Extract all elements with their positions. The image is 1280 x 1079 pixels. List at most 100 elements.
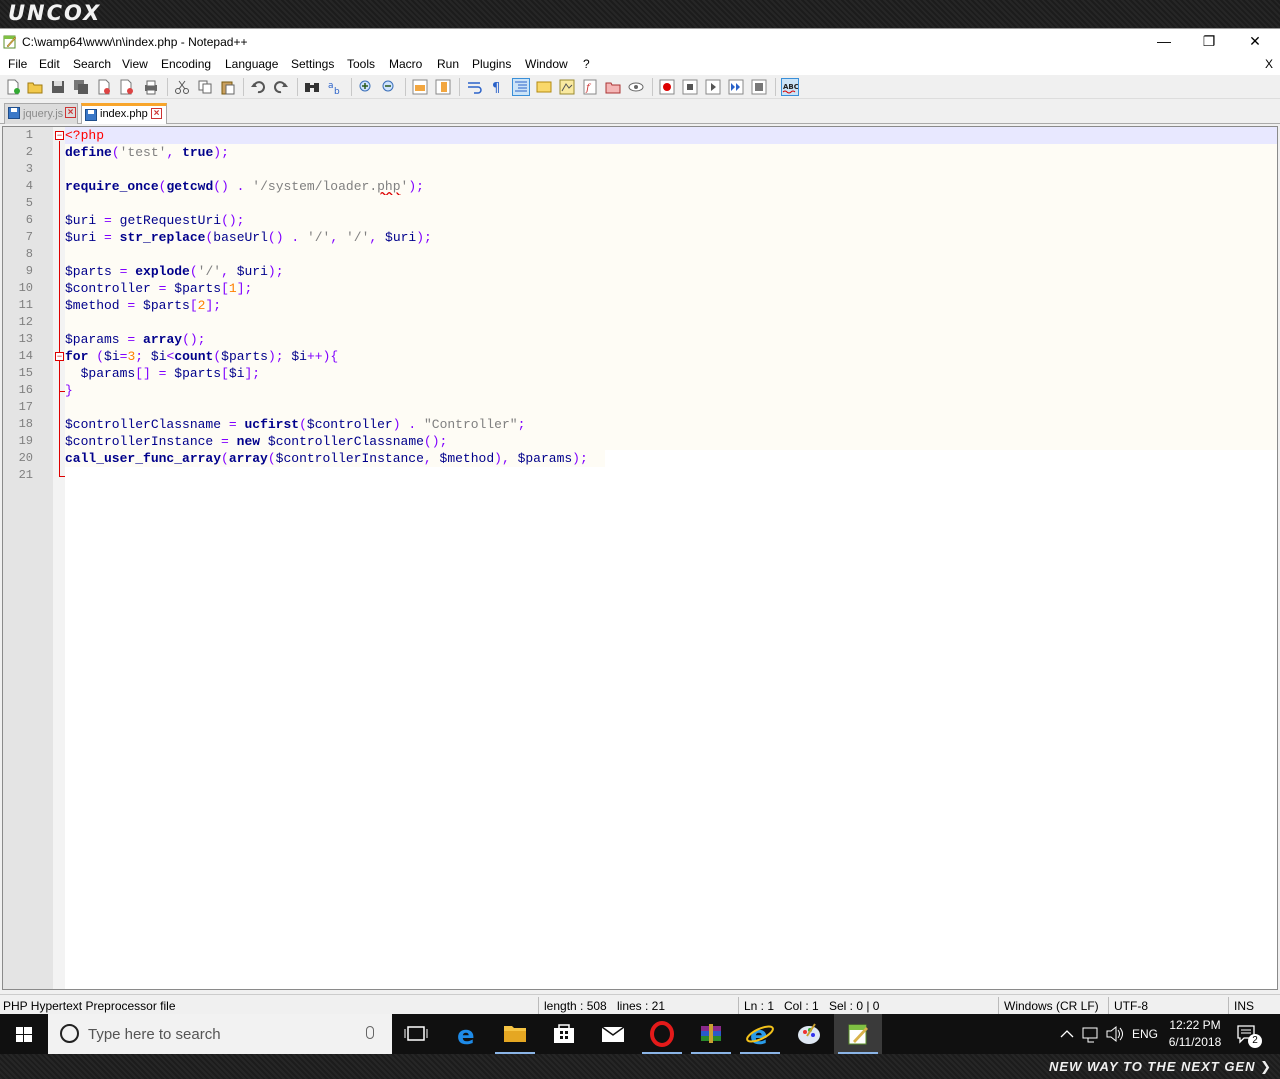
status-eol[interactable]: Windows (CR LF) (1004, 999, 1099, 1013)
taskbar-store[interactable] (540, 1014, 588, 1054)
function-list-icon[interactable]: f (582, 79, 598, 95)
line-number: 12 (18, 315, 33, 329)
taskbar-internet-explorer[interactable]: e (736, 1014, 784, 1054)
task-view-button[interactable] (392, 1014, 440, 1054)
tray-network[interactable] (1080, 1014, 1102, 1054)
fold-collapse-icon[interactable]: − (55, 131, 64, 140)
code-line-4: require_once(getcwd() . '/system/loader.… (65, 178, 1277, 195)
menu-search[interactable]: Search (73, 57, 111, 71)
open-file-icon[interactable] (27, 79, 43, 95)
clock-time: 12:22 PM (1169, 1018, 1221, 1032)
undo-icon[interactable] (250, 79, 266, 95)
microphone-icon[interactable] (366, 1026, 374, 1039)
taskbar-paint[interactable] (785, 1014, 833, 1054)
action-center-button[interactable]: 2 (1234, 1014, 1262, 1054)
code-editor[interactable]: − − <?php define('test', true); require_… (2, 126, 1278, 990)
code-line-2: define('test', true); (65, 144, 1277, 161)
macro-stop-icon[interactable] (682, 79, 698, 95)
save-all-icon[interactable] (73, 79, 89, 95)
indent-guide-icon[interactable] (512, 78, 530, 96)
macro-play-icon[interactable] (705, 79, 721, 95)
status-insert-mode[interactable]: INS (1234, 999, 1254, 1013)
fold-collapse-icon[interactable]: − (55, 352, 64, 361)
menu-encoding[interactable]: Encoding (161, 57, 211, 71)
tray-language[interactable]: ENG (1132, 1014, 1162, 1054)
tab-label: jquery.js (23, 108, 64, 120)
maximize-button[interactable]: ❐ (1186, 29, 1232, 55)
zoom-in-icon[interactable] (358, 79, 374, 95)
tray-clock[interactable]: 12:22 PM 6/11/2018 (1166, 1014, 1224, 1054)
toolbar-separator (167, 78, 168, 96)
saved-file-icon (85, 109, 97, 121)
notification-count-badge: 2 (1248, 1034, 1262, 1048)
top-watermark-banner: UNCOX (0, 0, 1280, 28)
sync-horizontal-icon[interactable] (435, 79, 451, 95)
menu-plugins[interactable]: Plugins (472, 57, 511, 71)
zoom-out-icon[interactable] (381, 79, 397, 95)
macro-save-icon[interactable] (751, 79, 767, 95)
macro-record-icon[interactable] (659, 79, 675, 95)
menu-run[interactable]: Run (437, 57, 459, 71)
redo-icon[interactable] (273, 79, 289, 95)
code-text-area[interactable]: <?php define('test', true); require_once… (65, 127, 1277, 989)
menu-file[interactable]: File (8, 57, 27, 71)
word-wrap-icon[interactable] (466, 79, 482, 95)
status-separator (538, 997, 539, 1015)
taskbar-file-explorer[interactable] (491, 1014, 539, 1054)
tab-close-icon[interactable]: × (151, 108, 162, 119)
code-line-12 (65, 314, 1277, 331)
tray-volume[interactable] (1104, 1014, 1126, 1054)
start-button[interactable] (0, 1014, 48, 1054)
status-separator (1108, 997, 1109, 1015)
show-all-chars-icon[interactable]: ¶ (489, 79, 505, 95)
code-line-11: $method = $parts[2]; (65, 297, 1277, 314)
menu-settings[interactable]: Settings (291, 57, 334, 71)
print-icon[interactable] (143, 79, 159, 95)
menu-macro[interactable]: Macro (389, 57, 422, 71)
save-icon[interactable] (50, 79, 66, 95)
taskbar-edge[interactable]: e (443, 1014, 491, 1054)
copy-icon[interactable] (197, 79, 213, 95)
close-button[interactable]: ✕ (1232, 29, 1278, 55)
menu-language[interactable]: Language (225, 57, 278, 71)
new-file-icon[interactable] (5, 79, 21, 95)
paste-icon[interactable] (220, 79, 236, 95)
close-all-icon[interactable] (119, 79, 135, 95)
folder-workspace-icon[interactable] (605, 79, 621, 95)
find-icon[interactable] (304, 79, 320, 95)
cut-icon[interactable] (174, 79, 190, 95)
user-language-icon[interactable] (536, 79, 552, 95)
minimize-button[interactable]: — (1141, 29, 1187, 55)
taskbar-notepadpp[interactable] (834, 1014, 882, 1054)
tab-close-icon[interactable]: × (65, 107, 76, 118)
macro-run-multiple-icon[interactable] (728, 79, 744, 95)
tab-index-php[interactable]: index.php × (81, 103, 167, 124)
menu-view[interactable]: View (122, 57, 148, 71)
tray-overflow-chevron[interactable] (1058, 1014, 1076, 1054)
menu-tools[interactable]: Tools (347, 57, 375, 71)
tab-jquery-js[interactable]: jquery.js × (4, 103, 78, 124)
code-line-19: $controllerInstance = new $controllerCla… (65, 433, 1277, 450)
taskbar-winrar[interactable] (687, 1014, 735, 1054)
clock-date: 6/11/2018 (1168, 1035, 1222, 1049)
monitoring-icon[interactable] (628, 79, 644, 95)
taskbar-opera[interactable] (638, 1014, 686, 1054)
menu-window[interactable]: Window (525, 57, 568, 71)
sync-vertical-icon[interactable] (412, 79, 428, 95)
toolbar-separator (243, 78, 244, 96)
taskbar-mail[interactable] (589, 1014, 637, 1054)
taskbar-search-box[interactable]: Type here to search (48, 1014, 392, 1054)
line-number: 4 (25, 179, 33, 193)
menu-help[interactable]: ? (583, 57, 590, 71)
line-number: 19 (18, 434, 33, 448)
status-separator (998, 997, 999, 1015)
spell-check-icon[interactable]: ABC (781, 78, 799, 96)
menu-edit[interactable]: Edit (39, 57, 60, 71)
close-file-icon[interactable] (96, 79, 112, 95)
close-document-button[interactable]: X (1265, 57, 1273, 71)
document-map-icon[interactable] (559, 79, 575, 95)
svg-text:¶: ¶ (492, 81, 500, 95)
replace-icon[interactable]: ab (327, 79, 343, 95)
status-encoding[interactable]: UTF-8 (1114, 999, 1148, 1013)
toolbar-separator (297, 78, 298, 96)
